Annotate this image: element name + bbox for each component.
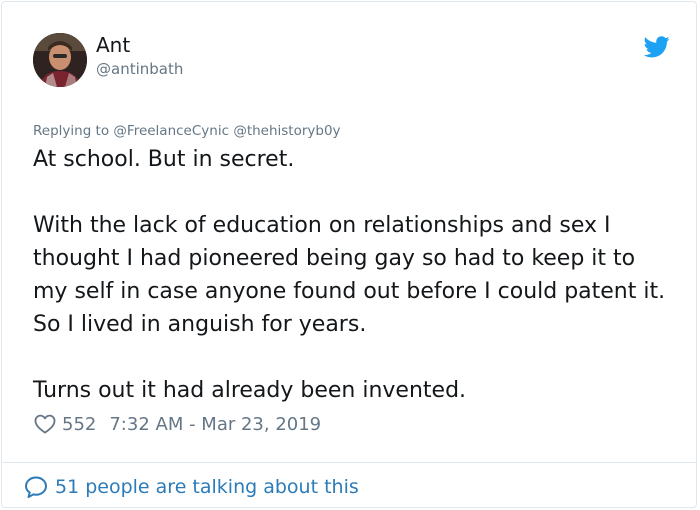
twitter-bird-icon[interactable] bbox=[644, 36, 670, 58]
tweet-card: Ant @antinbath Replying to @FreelanceCyn… bbox=[1, 1, 697, 508]
mention-freelancecynic[interactable]: @FreelanceCynic bbox=[113, 123, 229, 139]
tweet-timestamp[interactable]: 7:32 AM - Mar 23, 2019 bbox=[109, 414, 321, 435]
replying-prefix: Replying to bbox=[33, 123, 110, 139]
tweet-body: At school. But in secret. With the lack … bbox=[33, 143, 673, 407]
tweet-paragraph: Turns out it had already been invented. bbox=[33, 378, 467, 403]
speech-bubble-icon bbox=[25, 476, 47, 498]
like-count[interactable]: 552 bbox=[62, 414, 96, 435]
heart-icon[interactable] bbox=[34, 414, 56, 434]
author-display-name[interactable]: Ant bbox=[96, 33, 130, 57]
replying-to-line: Replying to @FreelanceCynic @thehistoryb… bbox=[33, 122, 341, 140]
tweet-meta: 552 7:32 AM - Mar 23, 2019 bbox=[34, 411, 321, 437]
tweet-paragraph: At school. But in secret. bbox=[33, 147, 295, 172]
tweet-paragraph: With the lack of education on relationsh… bbox=[33, 213, 666, 337]
avatar-photo bbox=[33, 33, 87, 87]
conversation-link[interactable]: 51 people are talking about this bbox=[24, 472, 359, 502]
divider bbox=[2, 462, 696, 463]
avatar[interactable] bbox=[33, 33, 87, 87]
conversation-label: 51 people are talking about this bbox=[55, 476, 359, 498]
mention-thehistoryb0y[interactable]: @thehistoryb0y bbox=[233, 123, 340, 139]
author-handle[interactable]: @antinbath bbox=[96, 60, 183, 78]
